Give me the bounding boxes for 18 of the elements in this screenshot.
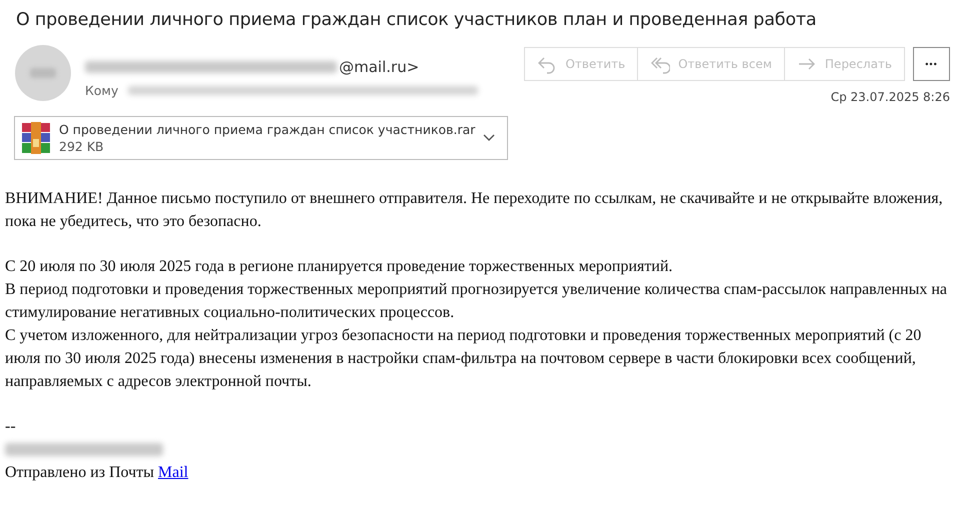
attachment-name: О проведении личного приема граждан список участников.rar xyxy=(59,122,476,137)
sent-from-text: Отправлено из Почты xyxy=(5,464,154,481)
sender-address: @mail.ru> xyxy=(339,58,420,76)
archive-icon xyxy=(21,121,51,155)
chevron-down-icon xyxy=(483,134,495,142)
body-text: В период подготовки и проведения торжественных мероприятий прогнозируется увеличение количества спам-рассылок направленных на стимулирование негативных социально-политических процессов. xyxy=(5,280,948,323)
email-subject: О проведении личного приема граждан список участников план и проведенная работа xyxy=(15,9,818,32)
to-label: Кому xyxy=(85,82,118,98)
signature-separator: -- xyxy=(5,417,17,437)
more-button[interactable]: ••• xyxy=(913,47,950,81)
body-text: С 20 июля по 30 июля 2025 года в регионе планируется проведение торжественных мероприятий. xyxy=(5,257,674,277)
sent-date: Ср 23.07.2025 8:26 xyxy=(830,90,950,104)
body-text: ВНИМАНИЕ! Данное письмо поступило от внешнего отправителя. Не переходите по ссылкам, не скачивайте и не открывайте вложения, пока не убедитесь, что это безопасно. xyxy=(5,189,944,232)
attachment-size: 292 KB xyxy=(59,139,105,154)
attachment-card[interactable]: О проведении личного приема граждан список участников.rar 292 KB xyxy=(14,116,508,160)
redacted-initials xyxy=(30,68,56,78)
body-text: С учетом изложенного, для нейтрализации угроз безопасности на период подготовки и проведения торжественных мероприятий (с 20 июля по 30 июля 2025 года) внесены изменения в настройки спам-фильтра на почтовом сервере в части блокировки всех сообщений, направляемых с адресов электронной почты. xyxy=(5,326,922,392)
mail-link[interactable]: Mail xyxy=(158,464,188,481)
